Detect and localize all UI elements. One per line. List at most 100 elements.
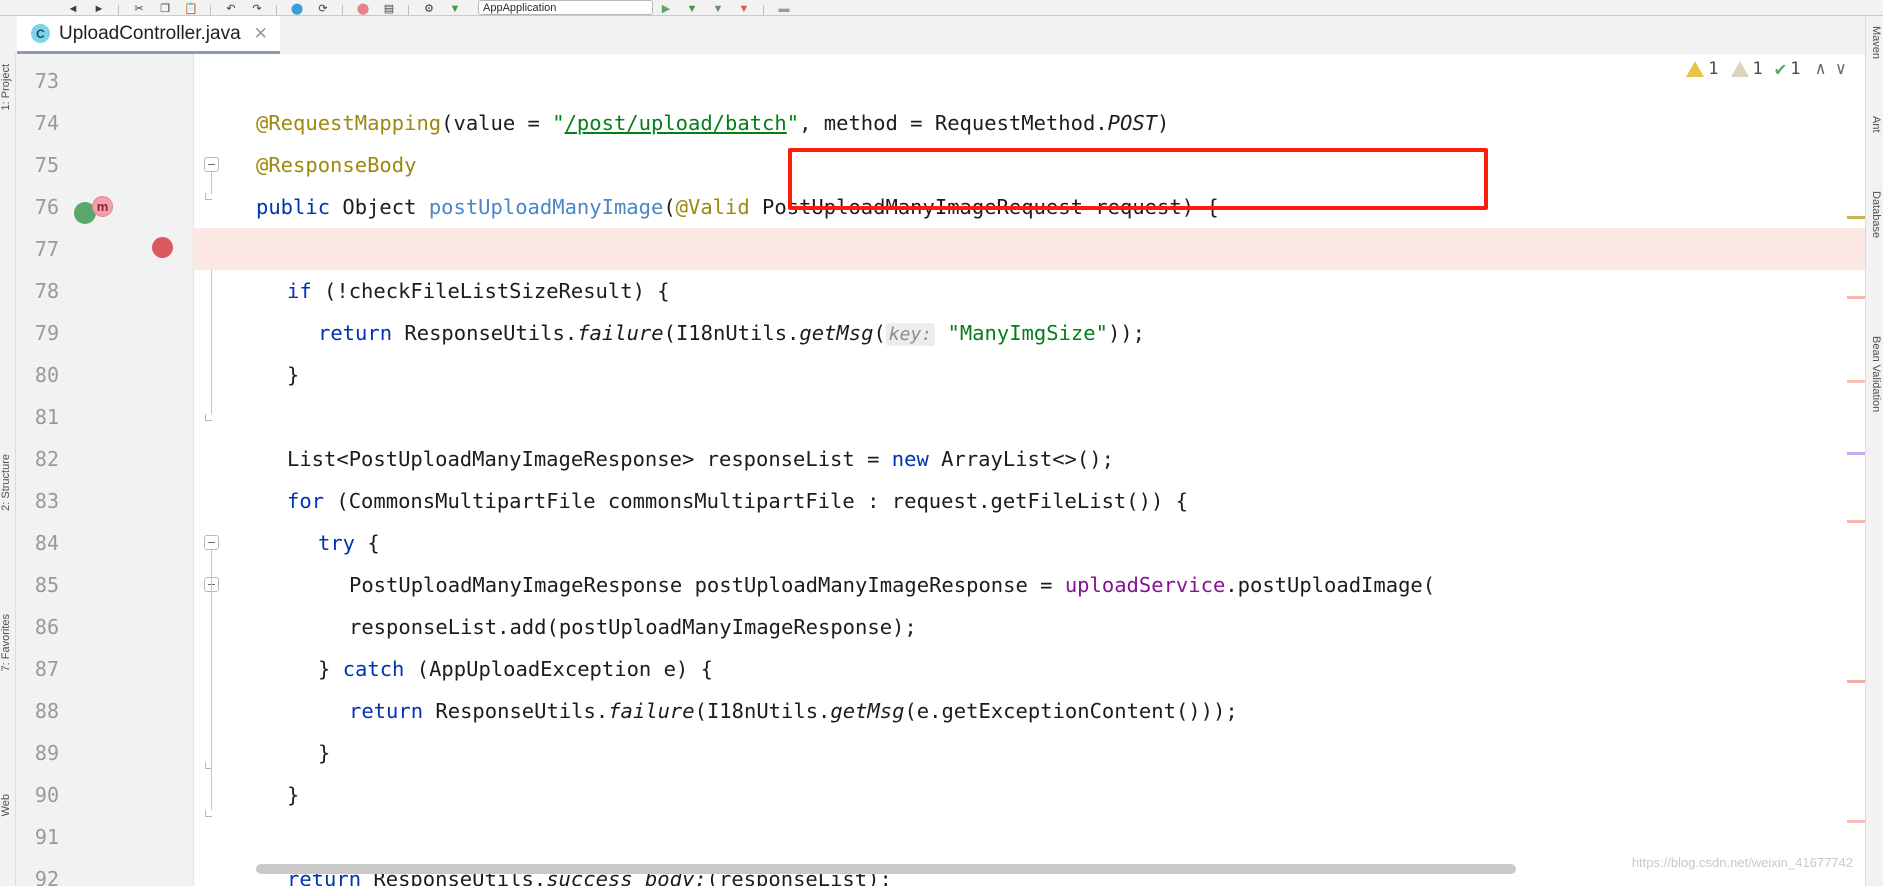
marker-stripe[interactable] [1847, 820, 1865, 823]
marker-stripe[interactable] [1847, 452, 1865, 455]
code-line[interactable]: List<PostUploadManyImageResponse> respon… [287, 438, 1114, 480]
line-number: 85 [34, 573, 59, 597]
code-token: List<PostUploadManyImageResponse> respon… [287, 447, 892, 471]
request-mapping-gutter-icon[interactable]: m [92, 196, 113, 217]
code-token: @ResponseBody [256, 153, 417, 177]
line-number: 88 [34, 699, 59, 723]
toolbar-separator [204, 0, 218, 15]
code-line[interactable]: PostUploadManyImageResponse postUploadMa… [349, 564, 1435, 606]
debug-icon[interactable]: ▼ [679, 0, 705, 15]
run-icon[interactable]: ▶ [653, 0, 679, 15]
cut-icon[interactable]: ✂ [126, 0, 152, 15]
profile-icon[interactable]: ▼ [731, 0, 757, 15]
highlighted-line [194, 228, 1865, 270]
code-token: getMsg [799, 321, 874, 345]
code-token: " [552, 111, 565, 135]
code-token: new [891, 447, 942, 471]
code-token: } [287, 363, 300, 387]
right-tool-window-tab[interactable]: Database [1866, 191, 1882, 238]
code-line[interactable]: for (CommonsMultipartFile commonsMultipa… [287, 480, 1188, 522]
code-token: return [318, 321, 405, 345]
code-line[interactable]: public Object postUploadManyImage(@Valid… [256, 186, 1219, 228]
toolbar-separator [336, 0, 350, 15]
fold-end-marker[interactable] [205, 193, 212, 200]
fold-end-marker[interactable] [205, 810, 212, 817]
prev-problem-icon[interactable]: ∧ [1813, 59, 1829, 79]
code-token: Object [342, 195, 429, 219]
project-structure-icon[interactable]: ▤ [376, 0, 402, 15]
line-number: 79 [34, 321, 59, 345]
warning-triangle-icon[interactable] [1686, 61, 1705, 77]
code-token: postUploadManyImage [428, 195, 664, 219]
replace-icon[interactable]: ⟳ [310, 0, 336, 15]
code-line[interactable]: } [318, 732, 330, 774]
code-token: (CommonsMultipartFile commonsMultipartFi… [336, 489, 1188, 513]
next-problem-icon[interactable]: ∨ [1833, 59, 1849, 79]
stop-icon[interactable]: ▬ [771, 0, 797, 15]
line-number: 74 [34, 111, 59, 135]
sync-icon[interactable]: ▼ [442, 0, 468, 15]
paste-icon[interactable]: 📋 [178, 0, 204, 15]
code-token: )); [1107, 321, 1145, 345]
code-editor[interactable]: 73 74 75 76 77 78 79 80 81 82 83 84 85 86 87 88 89 90 91 92… [16, 54, 1865, 886]
right-tool-window-tab[interactable]: Bean Validation [1866, 336, 1882, 412]
inspection-widget[interactable]: 1 1 ✔ 1 ∧ ∨ [1686, 58, 1849, 80]
redo-icon[interactable]: ↷ [244, 0, 270, 15]
fold-end-marker[interactable] [205, 414, 212, 421]
coverage-icon[interactable]: ▼ [705, 0, 731, 15]
inspection-ok-icon[interactable]: ✔ [1775, 58, 1786, 80]
marker-stripe[interactable] [1847, 680, 1865, 683]
toolbar-separator [270, 0, 284, 15]
breakpoint-icon[interactable] [152, 237, 173, 258]
close-icon[interactable]: ✕ [254, 24, 268, 44]
toolbar-separator [402, 0, 416, 15]
left-tool-window-tab[interactable]: 7: Favorites [0, 614, 16, 671]
fold-line [211, 550, 212, 810]
code-line[interactable]: @RequestMapping(value = "/post/upload/ba… [256, 102, 1169, 144]
left-tool-window-bar[interactable]: 1: Project 2: Structure 7: Favorites Web [0, 54, 16, 886]
copy-icon[interactable]: ❐ [152, 0, 178, 15]
right-tool-window-tab[interactable]: Ant [1866, 116, 1882, 133]
code-line[interactable]: } catch (AppUploadException e) { [318, 648, 713, 690]
left-tool-window-tab[interactable]: Web [0, 794, 16, 816]
settings-icon[interactable]: ⚙ [416, 0, 442, 15]
weak-warning-count: 1 [1752, 59, 1763, 79]
undo-icon[interactable]: ↶ [218, 0, 244, 15]
editor-gutter[interactable]: 73 74 75 76 77 78 79 80 81 82 83 84 85 86 87 88 89 90 91 92 [16, 54, 194, 886]
forward-icon[interactable]: ► [86, 0, 112, 15]
main-toolbar[interactable]: ◄ ► ✂ ❐ 📋 ↶ ↷ ⬤ ⟳ ⬤ ▤ ⚙ ▼ AppApplication… [0, 0, 1883, 16]
editor-tab-uploadcontroller[interactable]: C UploadController.java ✕ [17, 16, 280, 54]
marker-stripe[interactable] [1847, 296, 1865, 299]
code-token: uploadService [1064, 573, 1226, 597]
editor-tab-bar: C UploadController.java ✕ [0, 16, 1883, 54]
code-line[interactable]: responseList.add(postUploadManyImageResp… [349, 606, 917, 648]
marker-stripe[interactable] [1847, 216, 1865, 219]
code-line[interactable]: if (!checkFileListSizeResult) { [287, 270, 670, 312]
code-line[interactable]: return ResponseUtils.failure(I18nUtils.g… [318, 312, 1145, 354]
fold-marker[interactable] [204, 535, 219, 550]
code-line[interactable]: } [287, 354, 299, 396]
left-tool-window-tab[interactable]: 2: Structure [0, 454, 16, 511]
marker-stripe[interactable] [1847, 520, 1865, 523]
watermark-text: https://blog.csdn.net/weixin_41677742 [1631, 855, 1853, 870]
code-token: failure [608, 699, 695, 723]
code-token: try [318, 531, 368, 555]
line-number: 80 [34, 363, 59, 387]
horizontal-scrollbar[interactable] [256, 864, 1516, 874]
right-tool-window-tab[interactable]: Maven [1866, 26, 1882, 59]
weak-warning-triangle-icon[interactable] [1730, 61, 1749, 77]
editor-code-area[interactable]: @RequestMapping(value = "/post/upload/ba… [194, 54, 1865, 886]
marker-stripe[interactable] [1847, 380, 1865, 383]
run-configuration-selector[interactable]: AppApplication [478, 0, 653, 15]
build-icon[interactable]: ⬤ [350, 0, 376, 15]
find-icon[interactable]: ⬤ [284, 0, 310, 15]
back-icon[interactable]: ◄ [60, 0, 86, 15]
code-line[interactable]: } [287, 774, 299, 816]
code-token: @Valid [675, 195, 750, 219]
fold-marker[interactable] [204, 157, 219, 172]
right-tool-window-bar[interactable]: Maven Ant Database Bean Validation [1865, 16, 1883, 886]
code-line[interactable]: try { [318, 522, 380, 564]
code-line[interactable]: @ResponseBody [256, 144, 416, 186]
code-line[interactable]: return ResponseUtils.failure(I18nUtils.g… [349, 690, 1238, 732]
left-tool-window-tab[interactable]: 1: Project [0, 64, 16, 110]
